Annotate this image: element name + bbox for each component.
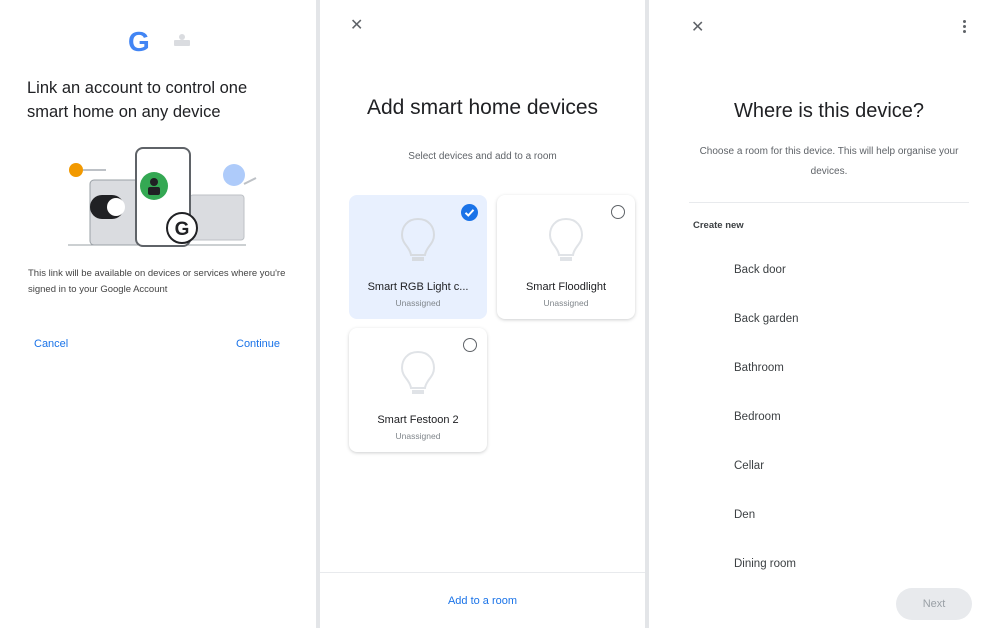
light-bulb-icon (400, 350, 436, 394)
close-icon[interactable]: ✕ (350, 18, 363, 34)
device-card-smart-floodlight[interactable]: Smart Floodlight Unassigned (497, 195, 635, 319)
more-vert-icon[interactable] (959, 18, 969, 38)
devices-illustration: G (68, 147, 257, 247)
device-name: Smart Festoon 2 (377, 414, 459, 426)
page-subtitle: Choose a room for this device. This will… (699, 146, 959, 177)
svg-text:G: G (175, 219, 190, 240)
section-label-create-new: Create new (693, 220, 744, 231)
room-option-back-door[interactable]: Back door (734, 264, 954, 276)
device-status: Unassigned (395, 298, 441, 308)
device-name: Smart RGB Light c... (367, 281, 469, 293)
checked-icon (461, 204, 478, 221)
device-status: Unassigned (395, 431, 441, 441)
footer-bar: Add to a room (320, 572, 645, 628)
close-icon[interactable]: ✕ (691, 20, 704, 36)
room-option-cellar[interactable]: Cellar (734, 460, 954, 472)
radio-unchecked-icon[interactable] (611, 205, 625, 219)
add-to-room-button[interactable]: Add to a room (320, 595, 645, 607)
device-status: Unassigned (543, 298, 589, 308)
room-option-den[interactable]: Den (734, 509, 954, 521)
device-name: Smart Floodlight (525, 281, 607, 293)
partner-logo-icon (174, 34, 190, 46)
page-title: Where is this device? (733, 100, 925, 122)
light-bulb-icon (400, 217, 436, 261)
link-account-screen: G Link an account to control one smart h… (0, 0, 316, 628)
page-title: Add smart home devices (366, 96, 599, 119)
page-subtitle: Select devices and add to a room (408, 151, 557, 162)
choose-room-screen: ✕ Where is this device? Choose a room fo… (649, 0, 983, 628)
light-bulb-icon (548, 217, 584, 261)
device-card-smart-rgb-light[interactable]: Smart RGB Light c... Unassigned (349, 195, 487, 319)
link-description: This link will be available on devices o… (28, 268, 286, 295)
google-logo: G (128, 26, 150, 57)
next-button[interactable]: Next (896, 588, 972, 620)
room-option-back-garden[interactable]: Back garden (734, 313, 954, 325)
room-option-bathroom[interactable]: Bathroom (734, 362, 954, 374)
add-devices-screen: ✕ Add smart home devices Select devices … (320, 0, 645, 628)
page-title: Link an account to control one smart hom… (27, 79, 248, 121)
continue-button[interactable]: Continue (236, 338, 280, 350)
room-option-dining-room[interactable]: Dining room (734, 558, 954, 570)
radio-unchecked-icon[interactable] (463, 338, 477, 352)
divider (689, 202, 969, 203)
cancel-button[interactable]: Cancel (34, 338, 68, 350)
room-option-bedroom[interactable]: Bedroom (734, 411, 954, 423)
device-card-smart-festoon-2[interactable]: Smart Festoon 2 Unassigned (349, 328, 487, 452)
